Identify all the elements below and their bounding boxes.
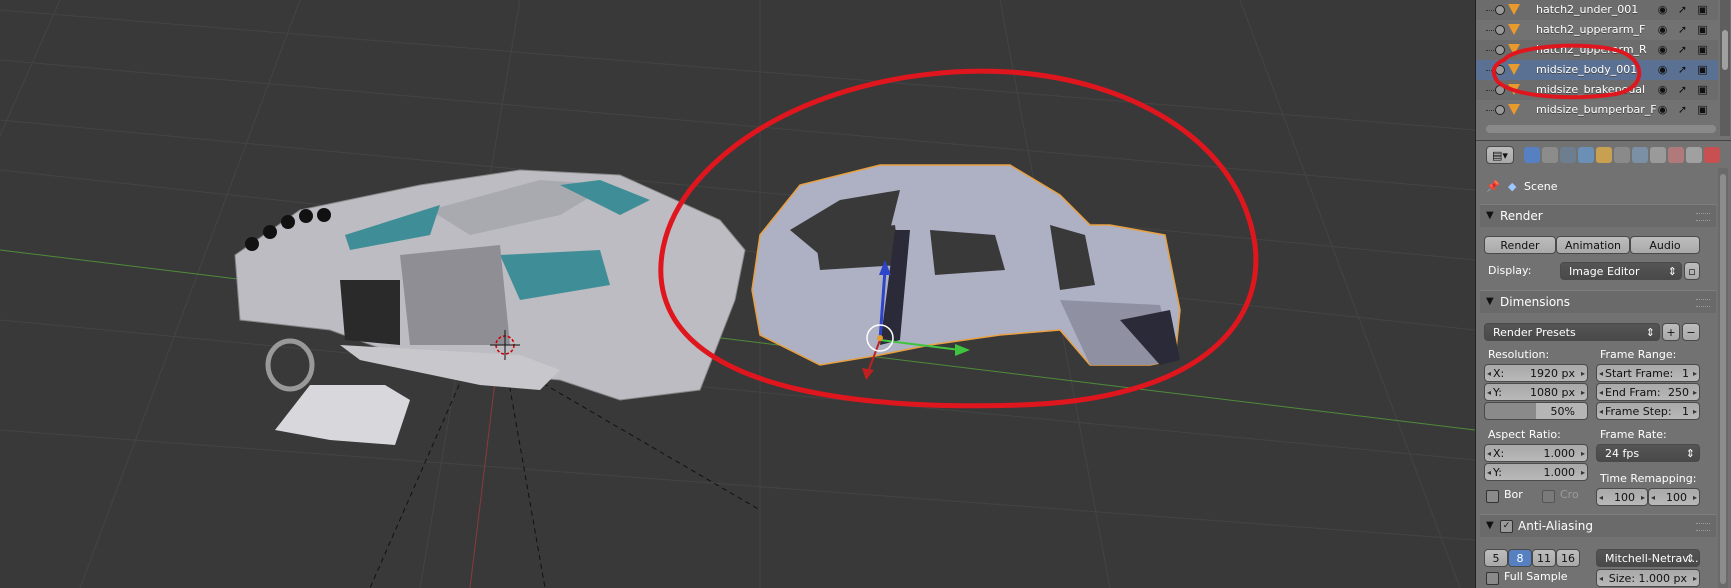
drag-grip-icon[interactable]: [1696, 213, 1710, 221]
start-frame-field[interactable]: ◂ Start Frame: 1 ▸: [1596, 364, 1700, 382]
render-tab-icon[interactable]: [1524, 147, 1540, 163]
pin-icon[interactable]: 📌: [1486, 180, 1500, 193]
viewport-canvas: [0, 0, 1475, 588]
outliner[interactable]: hatch2_under_001 ◉ ➚ ▣ hatch2_upperarm_F…: [1476, 0, 1731, 136]
aa-sample-8[interactable]: 8: [1508, 549, 1532, 567]
camera-frustum: [369, 359, 761, 588]
dropdown-value: Render Presets: [1493, 326, 1576, 339]
collapse-arrow-icon[interactable]: ▼: [1486, 520, 1494, 531]
aa-sample-5[interactable]: 5: [1484, 549, 1508, 567]
render-panel-header[interactable]: ▼ Render: [1480, 204, 1716, 227]
updown-icon: ⇕: [1685, 447, 1695, 460]
scene-icon: ◆: [1508, 180, 1517, 193]
panel-title: Render: [1500, 209, 1543, 223]
editor-type-button[interactable]: ▤▾: [1486, 146, 1514, 164]
3d-viewport[interactable]: [0, 0, 1475, 588]
resolution-percentage-slider[interactable]: 50%: [1484, 402, 1588, 420]
scene-tab-icon[interactable]: [1560, 147, 1576, 163]
crop-label: Cro: [1560, 488, 1579, 501]
drag-grip-icon[interactable]: [1696, 299, 1710, 307]
end-frame-field[interactable]: ◂ End Fram: 250 ▸: [1596, 383, 1700, 401]
properties-editor: 📌 ◆ Scene ▼ Render Render Animation Audi…: [1476, 168, 1731, 588]
world-tab-icon[interactable]: [1578, 147, 1594, 163]
particles-tab-icon[interactable]: [1704, 147, 1720, 163]
time-remapping-label: Time Remapping:: [1600, 472, 1697, 485]
updown-icon: ⇕: [1685, 552, 1695, 565]
frame-step-field[interactable]: ◂ Frame Step: 1 ▸: [1596, 402, 1700, 420]
panel-title: Anti-Aliasing: [1518, 519, 1593, 533]
properties-scrollbar[interactable]: [1718, 168, 1728, 588]
right-sidebar: hatch2_under_001 ◉ ➚ ▣ hatch2_upperarm_F…: [1475, 0, 1731, 588]
resolution-x-field[interactable]: ◂ X: 1920 px ▸: [1484, 364, 1588, 382]
scroll-thumb[interactable]: [1722, 30, 1728, 70]
dropdown-value: Mitchell-Netrav...: [1605, 552, 1699, 565]
resolution-label: Resolution:: [1488, 348, 1550, 361]
annotation-circle-outliner: [1491, 43, 1642, 100]
render-presets-dropdown[interactable]: Render Presets ⇕: [1484, 323, 1660, 341]
constraints-tab-icon[interactable]: [1614, 147, 1630, 163]
updown-icon: ⇕: [1645, 326, 1655, 339]
window-icon[interactable]: ▫: [1684, 262, 1700, 280]
outliner-scrollbar[interactable]: [1720, 0, 1730, 136]
render-button[interactable]: Render: [1484, 236, 1556, 254]
dropdown-value: Image Editor: [1569, 265, 1640, 278]
aa-filter-dropdown[interactable]: Mitchell-Netrav... ⇕: [1596, 549, 1700, 567]
floor-grid: [0, 0, 1475, 588]
material-tab-icon[interactable]: [1668, 147, 1684, 163]
crop-checkbox[interactable]: [1542, 490, 1555, 503]
frame-range-label: Frame Range:: [1600, 348, 1677, 361]
panel-title: Dimensions: [1500, 295, 1571, 309]
full-sample-checkbox[interactable]: [1486, 572, 1499, 585]
remap-new-field[interactable]: ◂ 100 ▸: [1648, 488, 1700, 506]
display-label: Display:: [1488, 264, 1532, 277]
remove-preset-button[interactable]: −: [1682, 323, 1700, 341]
aa-sample-16[interactable]: 16: [1556, 549, 1580, 567]
aspect-y-field[interactable]: ◂ Y: 1.000 ▸: [1484, 463, 1588, 481]
filter-size-field[interactable]: ◂ Size: 1.000 px ▸: [1596, 569, 1700, 587]
remap-old-field[interactable]: ◂ 100 ▸: [1596, 488, 1648, 506]
selected-body-object[interactable]: [751, 164, 1181, 380]
drag-grip-icon[interactable]: [1696, 523, 1710, 531]
button-label: Animation: [1564, 239, 1622, 252]
dropdown-value: 24 fps: [1605, 447, 1640, 460]
context-path: Scene: [1524, 180, 1558, 193]
anti-aliasing-checkbox[interactable]: ✓: [1500, 520, 1513, 533]
collapse-arrow-icon[interactable]: ▼: [1486, 296, 1494, 307]
button-label: Render: [1500, 239, 1540, 252]
outliner-horizontal-scrollbar[interactable]: [1486, 125, 1716, 133]
frame-rate-dropdown[interactable]: 24 fps ⇕: [1596, 444, 1700, 462]
texture-tab-icon[interactable]: [1686, 147, 1702, 163]
aa-sample-11[interactable]: 11: [1532, 549, 1556, 567]
data-tab-icon[interactable]: [1650, 147, 1666, 163]
display-dropdown[interactable]: Image Editor ⇕: [1560, 262, 1682, 280]
aspect-x-field[interactable]: ◂ X: 1.000 ▸: [1484, 444, 1588, 462]
updown-icon: ⇕: [1667, 265, 1677, 278]
animation-button[interactable]: Animation: [1556, 236, 1630, 254]
properties-tab-bar: ▤▾: [1476, 140, 1731, 169]
button-label: Audio: [1649, 239, 1681, 252]
modifiers-tab-icon[interactable]: [1632, 147, 1648, 163]
collapse-arrow-icon[interactable]: ▼: [1486, 210, 1494, 221]
frame-rate-label: Frame Rate:: [1600, 428, 1667, 441]
add-preset-button[interactable]: +: [1662, 323, 1680, 341]
aspect-ratio-label: Aspect Ratio:: [1488, 428, 1561, 441]
scroll-thumb[interactable]: [1720, 174, 1726, 584]
border-checkbox[interactable]: [1486, 490, 1499, 503]
border-label: Bor: [1504, 488, 1523, 501]
resolution-y-field[interactable]: ◂ Y: 1080 px ▸: [1484, 383, 1588, 401]
object-tab-icon[interactable]: [1596, 147, 1612, 163]
render-layers-tab-icon[interactable]: [1542, 147, 1558, 163]
audio-button[interactable]: Audio: [1630, 236, 1700, 254]
anti-aliasing-panel-header[interactable]: ▼ ✓ Anti-Aliasing: [1480, 514, 1716, 537]
full-sample-label: Full Sample: [1504, 570, 1568, 583]
dimensions-panel-header[interactable]: ▼ Dimensions: [1480, 290, 1716, 313]
